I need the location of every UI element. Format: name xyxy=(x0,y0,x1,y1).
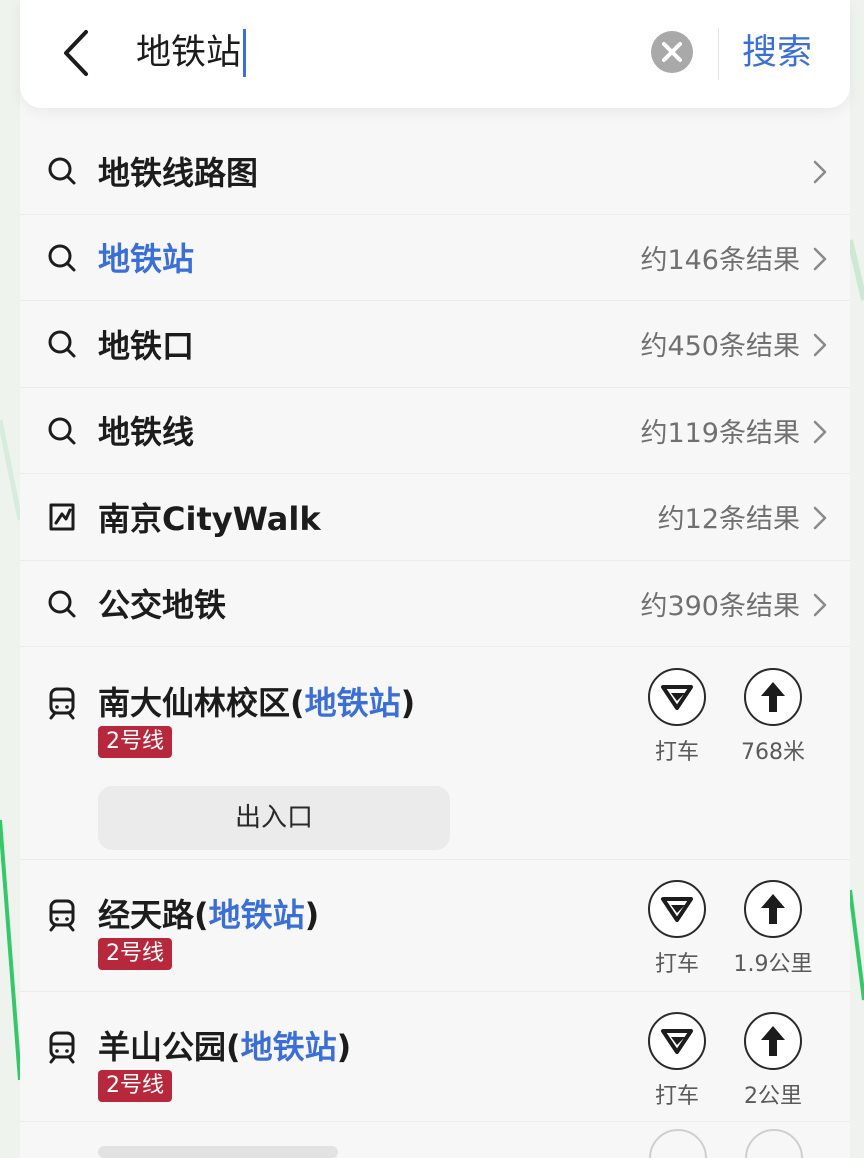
suggestion-list: 地铁线路图 地铁站 约146条结果 地铁口 约450条结果 地铁线 约119条结… xyxy=(20,128,850,647)
route-arrow-icon xyxy=(761,1026,785,1056)
suggestion-count: 约119条结果 xyxy=(640,417,800,449)
suggestion-count: 约390条结果 xyxy=(640,590,800,622)
search-icon xyxy=(48,157,76,185)
suggestion-label: 地铁线 xyxy=(98,413,195,452)
search-query-text: 地铁站 xyxy=(136,33,242,73)
suggestion-count: 约450条结果 xyxy=(640,331,800,363)
route-arrow-icon xyxy=(761,894,785,924)
next-result-peek xyxy=(98,1129,803,1158)
text-cursor xyxy=(243,29,247,77)
suggestion-count: 约12条结果 xyxy=(657,504,800,536)
back-arrow-icon[interactable] xyxy=(56,26,96,80)
subway-icon xyxy=(49,899,75,932)
chevron-right-icon xyxy=(813,333,827,357)
suggestion-item-1[interactable]: 地铁站 约146条结果 xyxy=(20,215,850,301)
search-icon xyxy=(48,330,76,358)
taxi-button[interactable]: 打车 xyxy=(632,880,722,978)
suggestion-item-0[interactable]: 地铁线路图 xyxy=(20,128,850,215)
suggestion-label: 地铁口 xyxy=(98,326,195,365)
suggestion-item-3[interactable]: 地铁线 约119条结果 xyxy=(20,388,850,474)
chevron-right-icon xyxy=(813,593,827,616)
exit-entrance-button[interactable]: 出入口 xyxy=(98,786,450,850)
line-badge: 2号线 xyxy=(98,938,172,970)
chevron-right-icon xyxy=(813,247,827,270)
suggestion-count: 约146条结果 xyxy=(640,244,800,276)
station-name: 经天路(地铁站) xyxy=(98,896,320,934)
suggestion-item-5[interactable]: 公交地铁 约390条结果 xyxy=(20,561,850,647)
suggestion-label: 地铁线路图 xyxy=(98,153,259,192)
chevron-right-icon xyxy=(813,506,827,530)
station-name: 南大仙林校区(地铁站) xyxy=(98,684,416,722)
route-arrow-icon xyxy=(761,682,785,712)
suggestion-label: 地铁站 xyxy=(98,240,195,279)
taxi-button[interactable]: 打车 xyxy=(632,668,722,766)
station-result-1[interactable]: 经天路(地铁站) 2号线 打车 1.9公里 xyxy=(20,880,850,992)
taxi-icon xyxy=(661,1029,693,1054)
station-result-0[interactable]: 南大仙林校区(地铁站) 2号线 打车 768米 出入口 xyxy=(20,668,850,860)
suggestion-item-4[interactable]: 南京CityWalk 约12条结果 xyxy=(20,474,850,561)
taxi-button[interactable]: 打车 xyxy=(632,1012,722,1110)
station-result-2[interactable]: 羊山公园(地铁站) 2号线 打车 2公里 xyxy=(20,1012,850,1122)
line-badge: 2号线 xyxy=(98,726,172,758)
taxi-icon xyxy=(661,897,693,922)
suggestion-label: 公交地铁 xyxy=(98,586,227,625)
line-badge: 2号线 xyxy=(98,1070,172,1102)
map-pin-square-icon xyxy=(49,503,75,531)
taxi-icon xyxy=(661,685,693,710)
search-button[interactable]: 搜索 xyxy=(742,26,812,80)
walk-route-button[interactable]: 768米 xyxy=(728,668,818,766)
walk-route-button[interactable]: 2公里 xyxy=(728,1012,818,1110)
search-icon xyxy=(48,244,76,271)
search-bar: 地铁站 搜索 xyxy=(20,0,850,108)
chevron-right-icon xyxy=(813,420,827,443)
walk-route-button[interactable]: 1.9公里 xyxy=(728,880,818,978)
subway-icon xyxy=(49,1031,75,1064)
suggestion-item-2[interactable]: 地铁口 约450条结果 xyxy=(20,301,850,388)
search-icon xyxy=(48,590,76,617)
search-icon xyxy=(48,417,76,444)
search-divider xyxy=(718,28,719,80)
subway-icon xyxy=(49,687,75,720)
suggestion-label: 南京CityWalk xyxy=(98,499,321,538)
search-input[interactable]: 地铁站 xyxy=(136,26,247,80)
clear-search-icon[interactable] xyxy=(650,30,694,74)
station-name: 羊山公园(地铁站) xyxy=(98,1028,352,1066)
chevron-right-icon xyxy=(813,160,827,184)
